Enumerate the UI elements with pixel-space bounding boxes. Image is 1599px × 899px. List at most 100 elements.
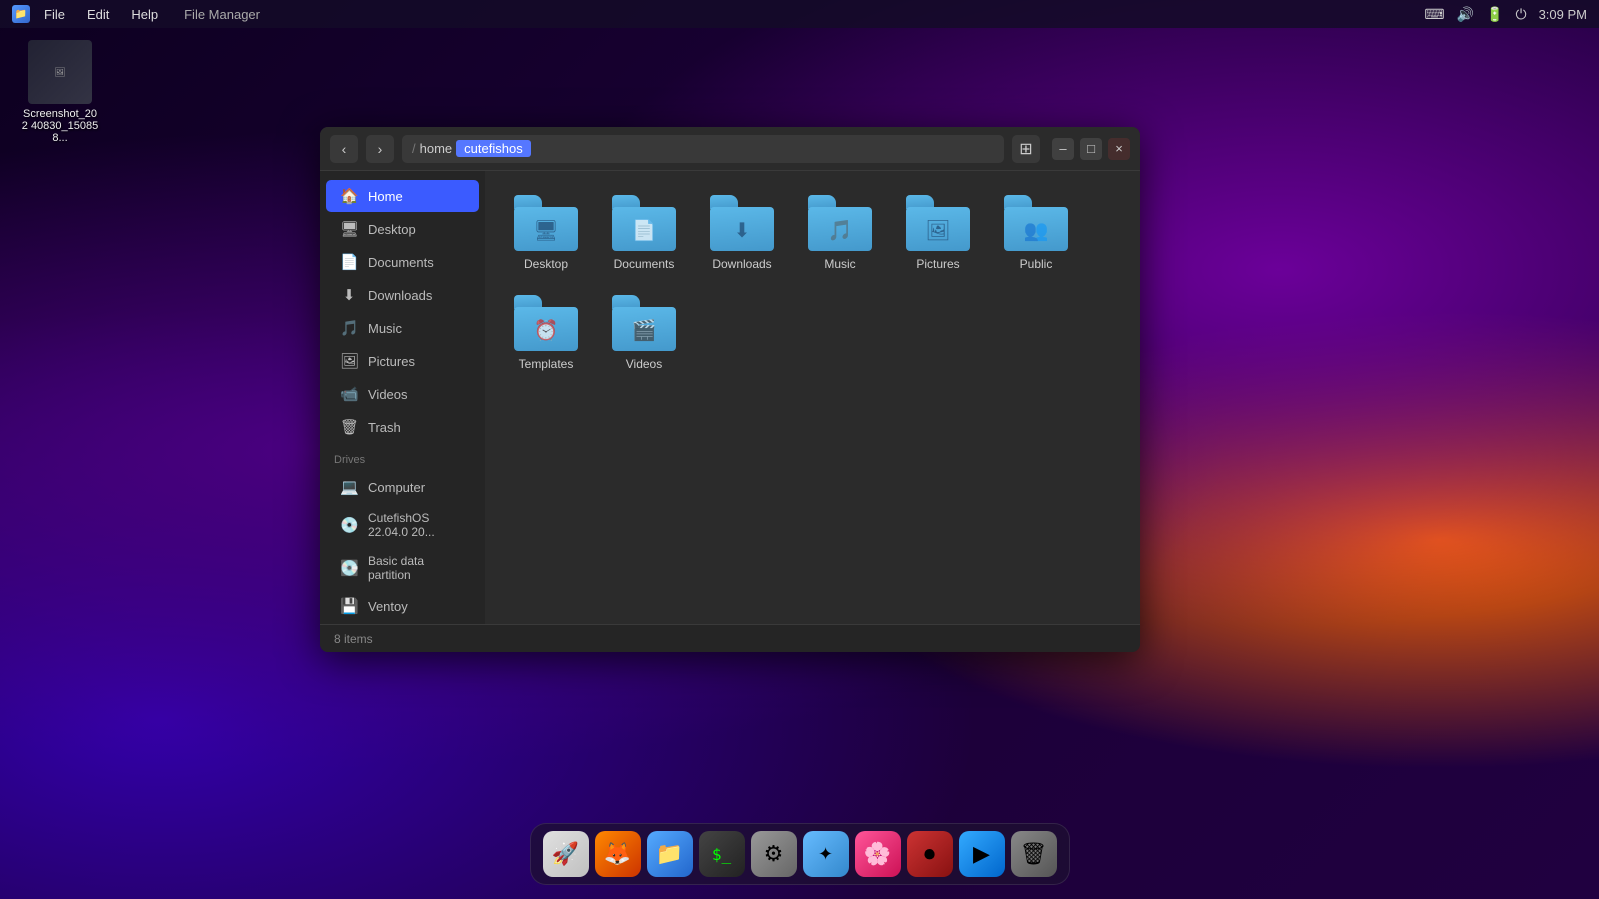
- sidebar-item-videos[interactable]: 📹 Videos: [326, 378, 479, 410]
- maximize-button[interactable]: □: [1080, 138, 1102, 160]
- power-icon: ⏻: [1516, 6, 1527, 23]
- folder-inner-downloads: ⬇: [734, 218, 751, 243]
- desktop-icon: 🖥: [340, 220, 358, 238]
- menu-edit[interactable]: Edit: [79, 5, 117, 24]
- item-count: 8 items: [334, 632, 373, 646]
- rose-icon: 🌸: [864, 841, 891, 867]
- music-icon: 🎵: [340, 319, 358, 337]
- window-controls: – □ ×: [1052, 138, 1130, 160]
- folder-icon-videos: 🎬: [612, 295, 676, 351]
- folder-icon-documents: 📄: [612, 195, 676, 251]
- dock-files[interactable]: 📁: [647, 831, 693, 877]
- app-title: File Manager: [176, 5, 268, 24]
- top-taskbar: 📁 File Edit Help File Manager ⌨ 🔊 🔋 ⏻ 3:…: [0, 0, 1599, 28]
- folder-name-documents: Documents: [614, 257, 675, 271]
- app-icon: 📁: [12, 5, 30, 23]
- folder-documents[interactable]: 📄 Documents: [599, 187, 689, 279]
- sidebar-item-desktop[interactable]: 🖥 Desktop: [326, 213, 479, 245]
- sidebar-label-documents: Documents: [368, 255, 434, 270]
- sidebar-label-desktop: Desktop: [368, 222, 416, 237]
- path-separator: /: [412, 141, 416, 156]
- menu-file[interactable]: File: [36, 5, 73, 24]
- folder-name-desktop: Desktop: [524, 257, 568, 271]
- sidebar-label-music: Music: [368, 321, 402, 336]
- settings-icon: ⚙: [764, 841, 784, 867]
- firefox-icon: 🦊: [604, 841, 631, 867]
- file-thumbnail: 🖼: [28, 40, 92, 104]
- forward-button[interactable]: ›: [366, 135, 394, 163]
- folder-name-videos: Videos: [626, 357, 662, 371]
- sidebar-item-downloads[interactable]: ⬇ Downloads: [326, 279, 479, 311]
- terminal-icon: $_: [712, 845, 731, 864]
- trash-icon: 🗑: [340, 418, 358, 436]
- dock-rose[interactable]: 🌸: [855, 831, 901, 877]
- dock-media[interactable]: ▶: [959, 831, 1005, 877]
- folder-downloads[interactable]: ⬇ Downloads: [697, 187, 787, 279]
- sidebar-label-videos: Videos: [368, 387, 408, 402]
- folder-name-templates: Templates: [519, 357, 574, 371]
- clock: 3:09 PM: [1539, 7, 1587, 22]
- sidebar-item-cutefishos[interactable]: 💿 CutefishOS 22.04.0 20...: [326, 504, 479, 546]
- folder-icon-desktop: 🖥: [514, 195, 578, 251]
- minimize-button[interactable]: –: [1052, 138, 1074, 160]
- back-button[interactable]: ‹: [330, 135, 358, 163]
- sidebar-label-trash: Trash: [368, 420, 401, 435]
- menu-help[interactable]: Help: [123, 5, 166, 24]
- folder-templates[interactable]: ⏰ Templates: [501, 287, 591, 379]
- folder-pictures[interactable]: 🖼 Pictures: [893, 187, 983, 279]
- dock-record[interactable]: ⏺: [907, 831, 953, 877]
- sidebar-item-computer[interactable]: 💻 Computer: [326, 471, 479, 503]
- view-toggle-button[interactable]: ⊞: [1012, 135, 1040, 163]
- downloads-icon: ⬇: [340, 286, 358, 304]
- sidebar-label-home: Home: [368, 189, 403, 204]
- trash-dock-icon: 🗑: [1020, 841, 1048, 867]
- folder-inner-desktop: 🖥: [533, 218, 558, 243]
- dock-launchpad[interactable]: 🚀: [543, 831, 589, 877]
- file-label: Screenshot_202 40830_150858...: [20, 108, 100, 144]
- folder-videos[interactable]: 🎬 Videos: [599, 287, 689, 379]
- sidebar-label-ventoy: Ventoy: [368, 599, 408, 614]
- folder-music[interactable]: 🎵 Music: [795, 187, 885, 279]
- sidebar-item-music[interactable]: 🎵 Music: [326, 312, 479, 344]
- folder-inner-documents: 📄: [632, 218, 657, 243]
- status-bar: 8 items: [320, 624, 1140, 652]
- drives-section-label: Drives: [320, 444, 485, 470]
- sidebar-item-trash[interactable]: 🗑 Trash: [326, 411, 479, 443]
- sidebar-item-ventoy[interactable]: 💾 Ventoy: [326, 590, 479, 622]
- sidebar-item-home[interactable]: 🏠 Home: [326, 180, 479, 212]
- documents-icon: 📄: [340, 253, 358, 271]
- taskbar-left: 📁 File Edit Help File Manager: [12, 5, 268, 24]
- dock-store[interactable]: ✦: [803, 831, 849, 877]
- folder-name-pictures: Pictures: [916, 257, 959, 271]
- folder-icon-public: 👥: [1004, 195, 1068, 251]
- basic-partition-icon: 💽: [340, 559, 358, 577]
- folder-icon-templates: ⏰: [514, 295, 578, 351]
- file-grid: 🖥 Desktop 📄 Documents: [501, 187, 1124, 379]
- folder-icon-downloads: ⬇: [710, 195, 774, 251]
- titlebar: ‹ › / home cutefishos ⊞ – □ ×: [320, 127, 1140, 171]
- taskbar-right: ⌨ 🔊 🔋 ⏻ 3:09 PM: [1424, 6, 1587, 23]
- desktop-file-icon[interactable]: 🖼 Screenshot_202 40830_150858...: [20, 40, 100, 144]
- ventoy-icon: 💾: [340, 597, 358, 615]
- dock-firefox[interactable]: 🦊: [595, 831, 641, 877]
- folder-inner-public: 👥: [1024, 218, 1049, 243]
- computer-icon: 💻: [340, 478, 358, 496]
- dock-trash[interactable]: 🗑: [1011, 831, 1057, 877]
- path-home[interactable]: home: [420, 141, 453, 156]
- sidebar-label-basic: Basic data partition: [368, 554, 465, 582]
- path-active[interactable]: cutefishos: [456, 140, 531, 157]
- sidebar-item-pictures[interactable]: 🖼 Pictures: [326, 345, 479, 377]
- sidebar-item-basic-partition[interactable]: 💽 Basic data partition: [326, 547, 479, 589]
- close-button[interactable]: ×: [1108, 138, 1130, 160]
- sidebar-item-documents[interactable]: 📄 Documents: [326, 246, 479, 278]
- media-icon: ▶: [973, 841, 990, 867]
- dock-terminal[interactable]: $_: [699, 831, 745, 877]
- folder-name-public: Public: [1020, 257, 1053, 271]
- file-manager-window: ‹ › / home cutefishos ⊞ – □ × 🏠 Home 🖥 D…: [320, 127, 1140, 652]
- sidebar-label-computer: Computer: [368, 480, 425, 495]
- folder-desktop[interactable]: 🖥 Desktop: [501, 187, 591, 279]
- dock-settings[interactable]: ⚙: [751, 831, 797, 877]
- folder-public[interactable]: 👥 Public: [991, 187, 1081, 279]
- files-icon: 📁: [656, 841, 683, 867]
- folder-name-downloads: Downloads: [712, 257, 771, 271]
